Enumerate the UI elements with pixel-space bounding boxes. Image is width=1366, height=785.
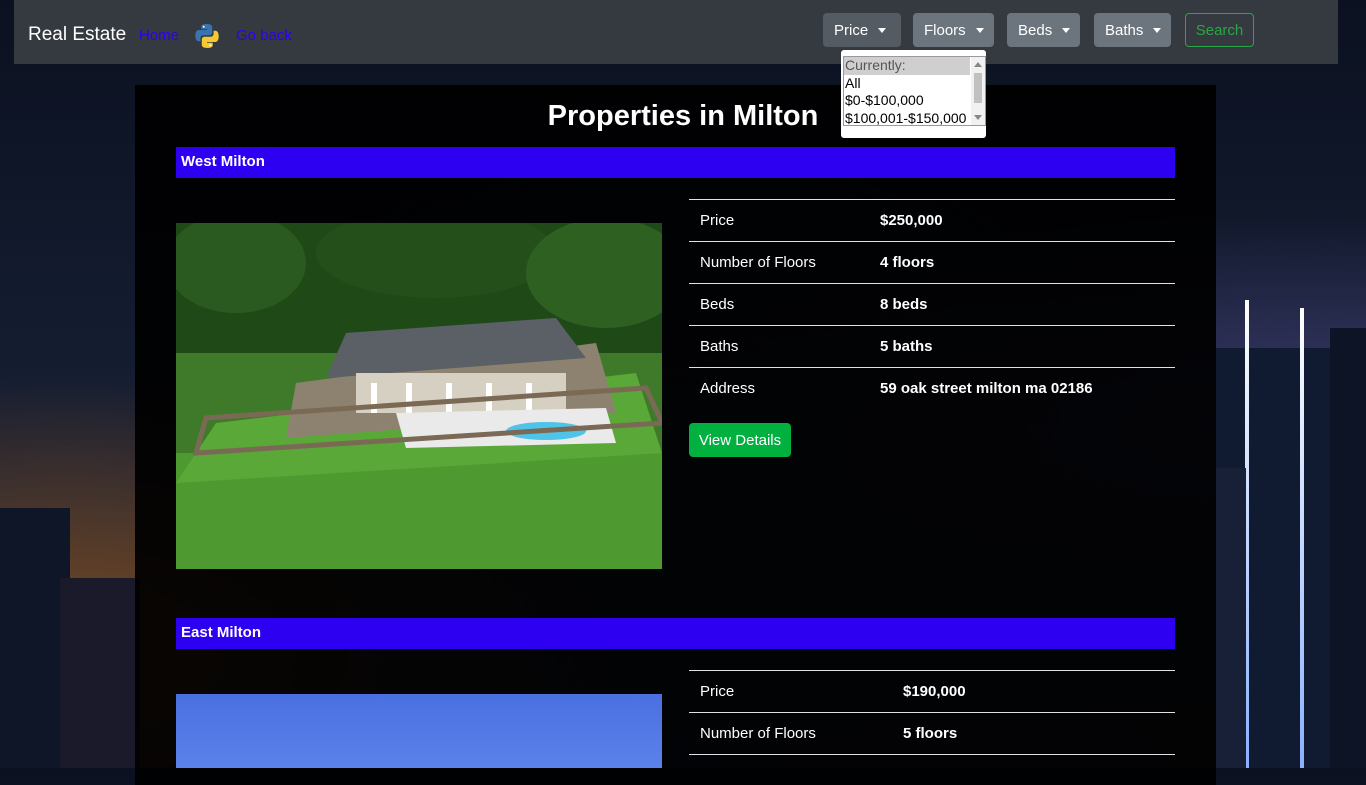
detail-value: 5 baths bbox=[880, 338, 933, 355]
chevron-down-icon bbox=[878, 27, 887, 33]
scrollbar-thumb[interactable] bbox=[974, 73, 982, 103]
detail-row-divider bbox=[689, 754, 1175, 768]
detail-label: Baths bbox=[700, 338, 739, 355]
detail-value: 59 oak street milton ma 02186 bbox=[880, 380, 1093, 397]
scroll-down-arrow-icon[interactable] bbox=[974, 115, 982, 120]
detail-row-price: Price $190,000 bbox=[689, 670, 1175, 712]
beds-filter-button[interactable]: Beds bbox=[1007, 13, 1080, 47]
nav-home-link[interactable]: Home bbox=[139, 27, 179, 44]
detail-row-floors: Number of Floors 5 floors bbox=[689, 712, 1175, 754]
detail-label: Price bbox=[700, 683, 735, 700]
select-scrollbar[interactable] bbox=[971, 57, 985, 125]
page-title: Properties in Milton bbox=[547, 100, 819, 132]
view-details-button[interactable]: View Details bbox=[689, 423, 791, 457]
detail-label: Address bbox=[700, 380, 756, 397]
baths-filter-label: Baths bbox=[1105, 21, 1144, 39]
beds-filter-label: Beds bbox=[1018, 21, 1053, 39]
detail-row-address: Address 59 oak street milton ma 02186 bbox=[689, 367, 1175, 409]
price-select-list[interactable]: Currently: All $0-$100,000 $100,001-$150… bbox=[843, 56, 986, 126]
detail-label: Number of Floors bbox=[700, 254, 816, 271]
detail-value: $250,000 bbox=[880, 212, 943, 229]
price-filter-button[interactable]: Price bbox=[823, 13, 901, 47]
scroll-up-arrow-icon[interactable] bbox=[974, 62, 982, 67]
baths-filter-button[interactable]: Baths bbox=[1094, 13, 1171, 47]
detail-label: Number of Floors bbox=[700, 725, 816, 742]
price-option[interactable]: $100,001-$150,000 bbox=[844, 110, 985, 126]
search-button[interactable]: Search bbox=[1185, 13, 1254, 47]
detail-row-floors: Number of Floors 4 floors bbox=[689, 241, 1175, 283]
price-dropdown-menu: Currently: All $0-$100,000 $100,001-$150… bbox=[841, 50, 986, 138]
detail-value: 8 beds bbox=[880, 296, 928, 313]
price-filter-label: Price bbox=[834, 21, 869, 39]
detail-row-price: Price $250,000 bbox=[689, 199, 1175, 241]
detail-value: $190,000 bbox=[903, 683, 966, 700]
chevron-down-icon bbox=[975, 27, 984, 33]
property-photo-mansion[interactable] bbox=[176, 223, 662, 569]
property-photo-sky[interactable] bbox=[176, 694, 662, 768]
chevron-down-icon bbox=[1062, 27, 1071, 33]
price-option[interactable]: Currently: bbox=[844, 57, 970, 75]
detail-label: Price bbox=[700, 212, 735, 229]
detail-value: 4 floors bbox=[880, 254, 935, 271]
detail-value: 5 floors bbox=[903, 725, 958, 742]
detail-row-baths: Baths 5 baths bbox=[689, 325, 1175, 367]
detail-label: Beds bbox=[700, 296, 735, 313]
chevron-down-icon bbox=[1153, 27, 1162, 33]
brand-title[interactable]: Real Estate bbox=[28, 24, 126, 46]
python-logo-icon bbox=[194, 23, 220, 49]
price-option[interactable]: All bbox=[844, 75, 985, 93]
property-section-header: East Milton bbox=[176, 618, 1175, 649]
floors-filter-label: Floors bbox=[924, 21, 966, 39]
detail-row-beds: Beds 8 beds bbox=[689, 283, 1175, 325]
floors-filter-button[interactable]: Floors bbox=[913, 13, 994, 47]
nav-go-back-link[interactable]: Go back bbox=[236, 27, 292, 44]
property-section-header: West Milton bbox=[176, 147, 1175, 178]
price-option[interactable]: $0-$100,000 bbox=[844, 92, 985, 110]
